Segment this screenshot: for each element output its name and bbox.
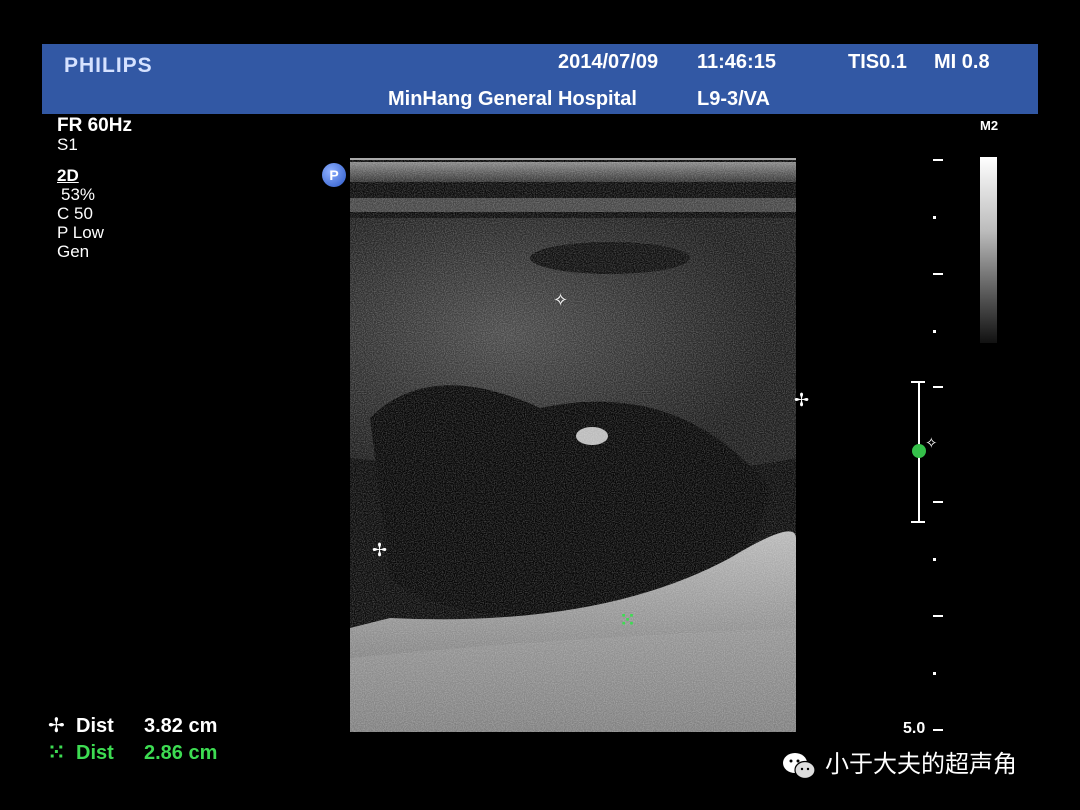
- compression-value: C 50: [57, 204, 93, 223]
- measurement-row: ✢ Dist 3.82 cm: [48, 713, 217, 738]
- wechat-icon: [783, 752, 816, 779]
- caliper-symbol-icon: ⁙: [48, 742, 65, 764]
- caliper-marker[interactable]: ✢: [372, 541, 387, 559]
- brand-logo: PHILIPS: [64, 54, 153, 77]
- depth-tick: [933, 159, 943, 161]
- depth-tick: [933, 273, 943, 275]
- imaging-parameters: FR 60Hz S1 2D 53% C 50 P Low Gen: [57, 116, 132, 261]
- p-orientation-badge: P: [322, 163, 346, 187]
- depth-tick-minor: [933, 672, 936, 675]
- grayscale-bar: [980, 157, 997, 343]
- depth-tick: [933, 615, 943, 617]
- header-bar: PHILIPS 2014/07/09 11:46:15 TIS0.1 MI 0.…: [42, 44, 1038, 114]
- exam-date: 2014/07/09: [558, 51, 659, 73]
- mode-label: 2D: [57, 166, 79, 185]
- focus-bracket-top: [911, 381, 925, 383]
- preset-value: Gen: [57, 242, 90, 261]
- depth-tick-minor: [933, 330, 936, 333]
- tis-index: TIS0.1: [848, 51, 907, 73]
- mi-index: MI 0.8: [934, 51, 990, 73]
- focus-position-indicator[interactable]: [912, 444, 926, 458]
- depth-tick-minor: [933, 216, 936, 219]
- measurement-label: Dist: [76, 742, 114, 764]
- depth-tick: [933, 729, 943, 731]
- power-value: P Low: [57, 223, 104, 242]
- exam-time: 11:46:15: [697, 51, 776, 73]
- image-top-border: [350, 158, 796, 160]
- caliper-marker-green[interactable]: ⁙: [620, 611, 635, 629]
- caliper-marker[interactable]: ✢: [794, 391, 809, 409]
- depth-end-label: 5.0: [903, 720, 926, 737]
- depth-tick-minor: [933, 558, 936, 561]
- measurement-value: 2.86 cm: [144, 742, 218, 764]
- caliper-marker[interactable]: ✧: [553, 291, 568, 309]
- focus-caliper-marker: ✧: [925, 435, 938, 452]
- probe-name: L9-3/VA: [697, 88, 770, 110]
- measurement-row: ⁙ Dist 2.86 cm: [48, 740, 217, 765]
- hospital-name: MinHang General Hospital: [388, 88, 637, 110]
- depth-tick: [933, 501, 943, 503]
- depth-tick: [933, 386, 943, 388]
- watermark: 小于大夫的超声角: [781, 744, 1017, 781]
- watermark-text: 小于大夫的超声角: [825, 751, 1017, 778]
- gain-value: 53%: [61, 185, 96, 204]
- caliper-symbol-icon: ✢: [48, 715, 65, 737]
- measurement-label: Dist: [76, 715, 114, 737]
- measurement-value: 3.82 cm: [144, 715, 218, 737]
- ultrasound-image: [350, 158, 796, 732]
- focus-bracket-bottom: [911, 521, 925, 523]
- frame-rate: FR 60Hz: [57, 115, 132, 136]
- setting-s: S1: [57, 135, 78, 154]
- grayscale-map-label: M2: [980, 118, 999, 133]
